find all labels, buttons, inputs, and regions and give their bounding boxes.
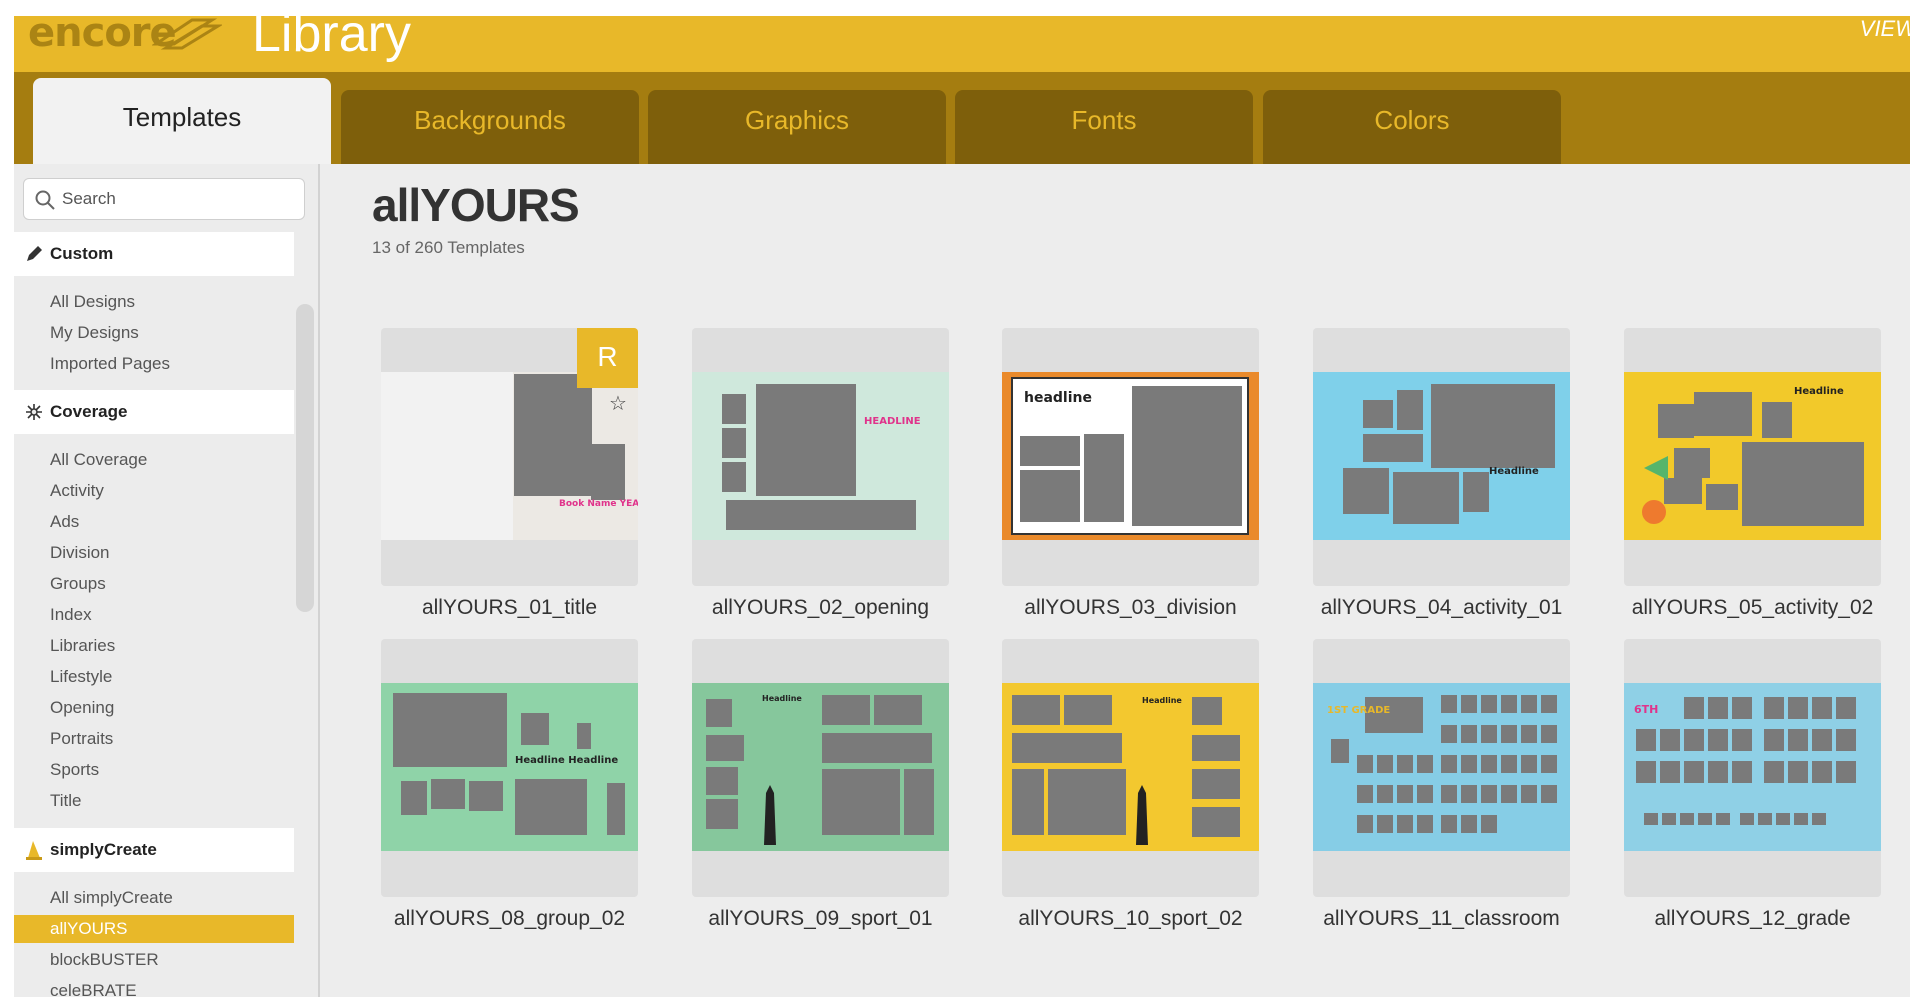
sidebar-item-ads[interactable]: Ads — [14, 508, 294, 536]
template-card[interactable]: headline allYOURS_03_division — [1002, 328, 1259, 619]
template-card[interactable]: Headline allYOURS_09_sport_01 — [692, 639, 949, 930]
template-name: allYOURS_05_activity_02 — [1631, 596, 1874, 619]
section-custom[interactable]: Custom — [14, 232, 294, 276]
tab-backgrounds[interactable]: Backgrounds — [341, 90, 639, 164]
template-card[interactable]: Headline allYOURS_10_sport_02 — [1002, 639, 1259, 930]
sidebar-item-celebrate[interactable]: celeBRATE — [14, 977, 294, 997]
template-name: allYOURS_02_opening — [711, 596, 930, 619]
template-thumbnail: headline — [1002, 372, 1259, 540]
template-card[interactable]: Headline Headline allYOURS_08_group_02 — [381, 639, 638, 930]
sidebar-item-sports[interactable]: Sports — [14, 756, 294, 784]
template-card[interactable]: Headline allYOURS_05_activity_02 — [1624, 328, 1881, 619]
sidebar-item-all-designs[interactable]: All Designs — [14, 288, 294, 316]
template-name: allYOURS_09_sport_01 — [708, 907, 933, 930]
sidebar-item-opening[interactable]: Opening — [14, 694, 294, 722]
search-input[interactable] — [62, 187, 292, 211]
template-card[interactable]: HEADLINE allYOURS_02_opening — [692, 328, 949, 619]
sidebar-item-portraits[interactable]: Portraits — [14, 725, 294, 753]
thumb-text: Headline — [762, 694, 802, 703]
section-simplycreate[interactable]: simplyCreate — [14, 828, 294, 872]
template-count: 13 of 260 Templates — [372, 238, 525, 257]
tab-graphics[interactable]: Graphics — [648, 90, 946, 164]
sidebar-item-all-coverage[interactable]: All Coverage — [14, 446, 294, 474]
template-thumbnail: Headline — [1002, 683, 1259, 851]
thumb-text: Book Name YEAR — [559, 499, 638, 509]
template-thumbnail: Headline Headline — [381, 683, 638, 851]
template-thumbnail: Headline — [1624, 372, 1881, 540]
template-name: allYOURS_12_grade — [1654, 907, 1851, 930]
encore-wing-icon — [152, 18, 222, 50]
sidebar-item-my-designs[interactable]: My Designs — [14, 319, 294, 347]
top-header: encore Library VIEW — [14, 16, 1910, 72]
template-name: allYOURS_03_division — [1024, 596, 1237, 619]
template-card[interactable]: 6TH allYOURS_12_grade — [1624, 639, 1881, 930]
template-name: allYOURS_08_group_02 — [393, 907, 626, 930]
template-name: allYOURS_11_classroom — [1323, 907, 1560, 930]
section-coverage-label: Coverage — [50, 402, 128, 421]
collection-title: allYOURS — [372, 179, 580, 231]
sidebar-item-groups[interactable]: Groups — [14, 570, 294, 598]
tab-fonts[interactable]: Fonts — [955, 90, 1253, 164]
template-thumbnail: ☆ Book Name YEAR — [381, 372, 638, 540]
sidebar-scrollbar[interactable] — [296, 304, 314, 612]
sidebar-item-all-simplycreate[interactable]: All simplyCreate — [14, 884, 294, 912]
reusable-badge: R — [577, 328, 638, 388]
section-custom-label: Custom — [50, 244, 114, 263]
tab-templates[interactable]: Templates — [33, 78, 331, 164]
template-browser: allYOURS 13 of 260 Templates ☆ Book Name… — [322, 164, 1910, 997]
section-simplycreate-label: simplyCreate — [50, 840, 157, 859]
template-thumbnail: HEADLINE — [692, 372, 949, 540]
sidebar-item-title[interactable]: Title — [14, 787, 294, 815]
sidebar-item-index[interactable]: Index — [14, 601, 294, 629]
sidebar-item-imported-pages[interactable]: Imported Pages — [14, 350, 294, 378]
section-coverage[interactable]: Coverage — [14, 390, 294, 434]
thumb-text: headline — [1024, 390, 1092, 406]
thumb-text: HEADLINE — [864, 416, 921, 427]
sidebar-item-activity[interactable]: Activity — [14, 477, 294, 505]
template-card[interactable]: Headline allYOURS_04_activity_01 — [1313, 328, 1570, 619]
thumb-text: Headline — [1142, 696, 1182, 705]
view-link[interactable]: VIEW — [1860, 16, 1910, 42]
sidebar-item-libraries[interactable]: Libraries — [14, 632, 294, 660]
library-app: encore Library VIEW Templates Background… — [14, 16, 1910, 997]
thumb-text: 6TH — [1634, 703, 1658, 716]
template-thumbnail: 1ST GRADE — [1313, 683, 1570, 851]
template-name: allYOURS_10_sport_02 — [1018, 907, 1243, 930]
thumb-text: Headline Headline — [515, 755, 618, 766]
template-thumbnail: Headline — [692, 683, 949, 851]
sparkle-icon — [26, 404, 42, 420]
page-heading-library: Library — [252, 16, 411, 63]
template-name: allYOURS_01_title — [421, 596, 598, 619]
search-box — [23, 178, 305, 220]
template-card[interactable]: 1ST GRADE allYOURS_11_classroom — [1313, 639, 1570, 930]
template-card[interactable]: ☆ Book Name YEAR R allYOURS_01_title — [381, 328, 638, 619]
template-name: allYOURS_04_activity_01 — [1320, 596, 1563, 619]
search-icon — [35, 190, 55, 210]
sidebar: Custom All Designs My Designs Imported P… — [14, 164, 320, 997]
thumb-text: Headline — [1794, 386, 1844, 397]
wizard-hat-icon — [26, 841, 42, 860]
sidebar-item-lifestyle[interactable]: Lifestyle — [14, 663, 294, 691]
template-thumbnail: 6TH — [1624, 683, 1881, 851]
tab-bar: Templates Backgrounds Graphics Fonts Col… — [14, 72, 1910, 164]
sidebar-item-blockbuster[interactable]: blockBUSTER — [14, 946, 294, 974]
template-thumbnail: Headline — [1313, 372, 1570, 540]
pencil-icon — [27, 246, 42, 261]
sidebar-item-allyours[interactable]: allYOURS — [14, 915, 294, 943]
sidebar-item-division[interactable]: Division — [14, 539, 294, 567]
tab-colors[interactable]: Colors — [1263, 90, 1561, 164]
thumb-text: Headline — [1489, 466, 1539, 477]
svg-text:☆: ☆ — [609, 391, 627, 415]
thumb-text: 1ST GRADE — [1327, 705, 1390, 716]
